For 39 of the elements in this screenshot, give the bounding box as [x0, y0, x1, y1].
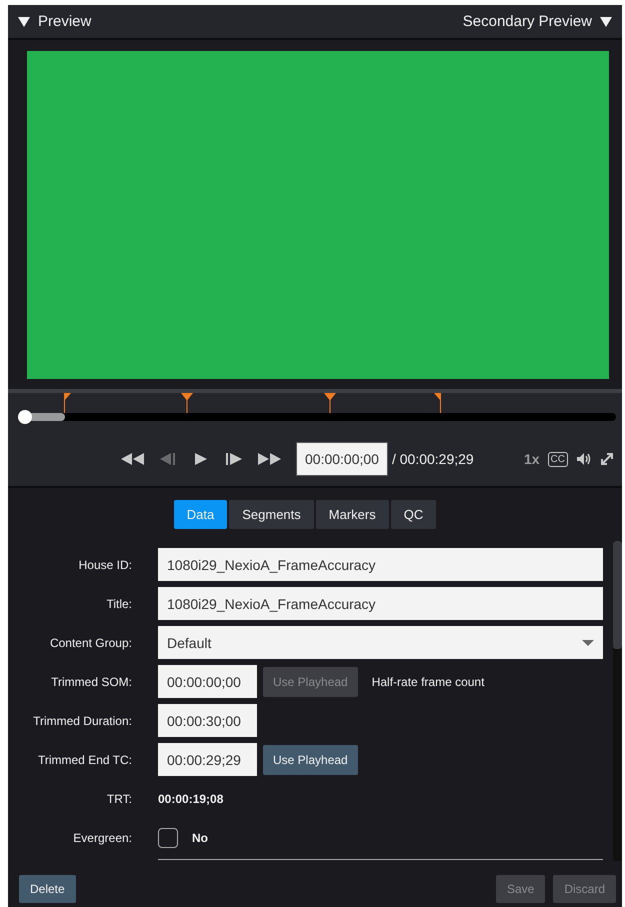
fullscreen-icon[interactable] — [600, 452, 614, 466]
delete-button[interactable]: Delete — [19, 875, 76, 903]
field-label: TRT: — [106, 792, 132, 806]
field-label: Trimmed Duration: — [32, 714, 132, 728]
use-playhead-button[interactable]: Use Playhead — [263, 744, 358, 774]
timecode-field[interactable]: 00:00:00;00 — [296, 442, 388, 476]
secondary-preview-toggle[interactable]: Secondary Preview — [462, 13, 612, 30]
caret-icon — [582, 640, 594, 646]
field-label: Evergreen: — [72, 830, 132, 844]
note-text: Half-rate frame count — [372, 674, 484, 688]
timecode-field[interactable]: 00:00:29;29 — [158, 743, 257, 776]
speed-button[interactable]: 1x — [524, 451, 540, 467]
tab[interactable]: QC — [390, 500, 436, 529]
collapse-icon — [18, 16, 30, 26]
tab[interactable]: Segments — [229, 500, 314, 529]
scrollbar-thumb[interactable] — [613, 541, 622, 649]
scrollbar[interactable] — [613, 541, 622, 861]
input-field[interactable]: 1080i29_NexioA_FrameAccuracy — [158, 587, 603, 620]
preview-toggle[interactable]: Preview — [18, 13, 92, 30]
checkbox[interactable] — [158, 828, 178, 848]
input-field[interactable]: 1080i29_NexioA_FrameAccuracy — [158, 548, 603, 581]
field-label: Trimmed SOM: — [50, 674, 132, 688]
marker-icon[interactable] — [180, 393, 193, 413]
dropdown[interactable]: Default — [158, 626, 603, 659]
duration-text: / 00:00:29;29 — [392, 451, 474, 467]
playhead-handle[interactable] — [18, 410, 32, 424]
timecode-field[interactable]: 00:00:00;00 — [158, 665, 257, 698]
marker-icon[interactable] — [324, 393, 336, 413]
dropdown-icon — [600, 16, 612, 26]
field-label: Title: — [105, 596, 132, 610]
tab[interactable]: Markers — [316, 500, 389, 529]
field-label: House ID: — [78, 558, 132, 572]
field-label: Trimmed End TC: — [36, 752, 132, 766]
timecode-field[interactable]: 00:00:30;00 — [158, 704, 257, 737]
field-label: Content Group: — [48, 636, 132, 650]
volume-icon[interactable] — [576, 452, 592, 466]
trt-value: 00:00:19;08 — [158, 792, 224, 806]
checkbox-label: No — [192, 830, 208, 844]
captions-button[interactable]: CC — [548, 452, 568, 466]
